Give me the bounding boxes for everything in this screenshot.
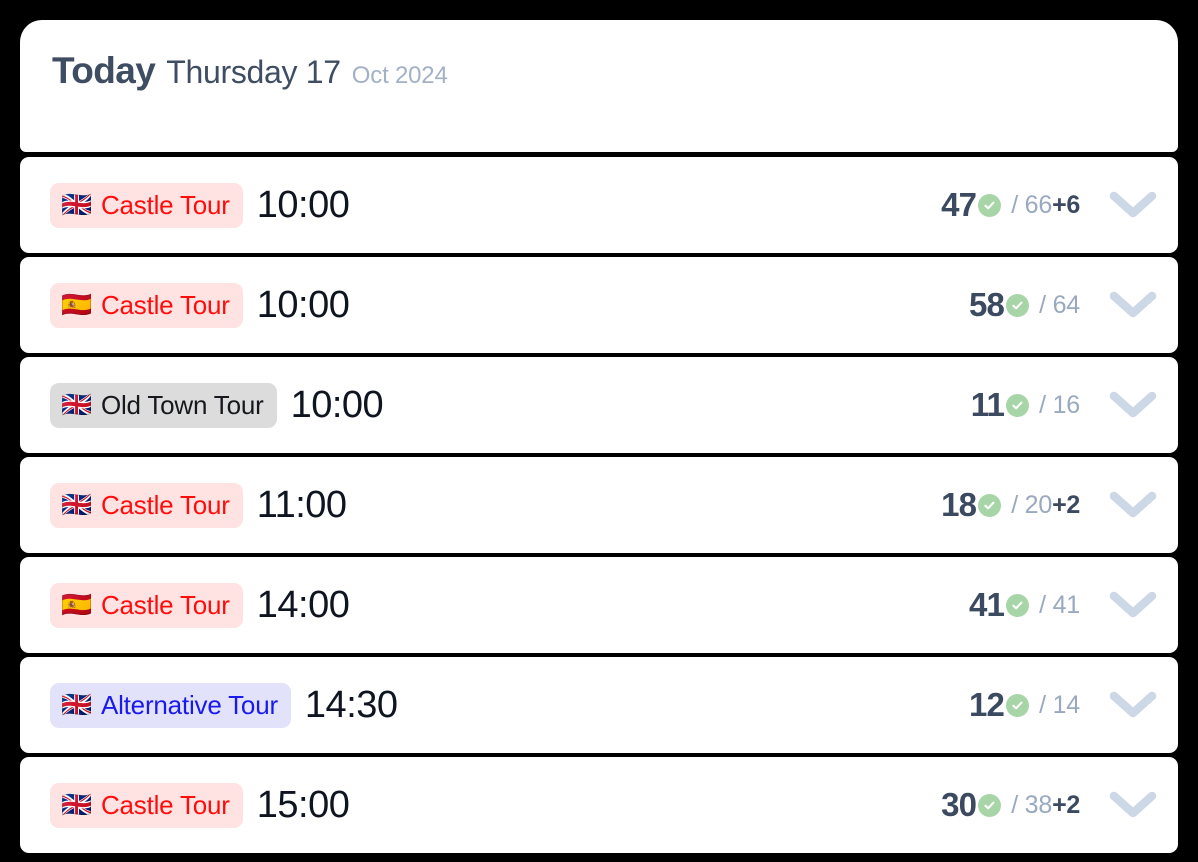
extra-count: +2 (1052, 490, 1080, 519)
tour-time-label: 10:00 (256, 183, 350, 226)
flag-united-kingdom-icon: 🇬🇧 (61, 190, 92, 219)
check-circle-icon (1006, 293, 1030, 317)
tour-row-right: 47 / 66 +6 (941, 185, 1160, 225)
capacity-count: / 64 (1039, 290, 1080, 319)
tour-row-right: 58 / 64 (969, 285, 1160, 325)
tour-badge[interactable]: 🇬🇧 Castle Tour (50, 782, 243, 828)
tour-row-right: 18 / 20 +2 (941, 485, 1160, 525)
month-year-label: Oct 2024 (351, 62, 448, 89)
booking-counts: 41 / 41 (969, 586, 1080, 624)
chevron-down-icon[interactable] (1106, 185, 1160, 225)
tour-time-label: 14:00 (256, 583, 350, 626)
chevron-down-icon[interactable] (1106, 585, 1160, 625)
date-header-card: Today Thursday 17 Oct 2024 (20, 20, 1178, 152)
extra-count: +2 (1052, 790, 1080, 819)
tour-time-label: 14:30 (304, 683, 398, 726)
today-label: Today (52, 50, 156, 91)
tour-row-left: 🇪🇸 Castle Tour 10:00 (50, 282, 969, 328)
booked-count: 41 (968, 586, 1005, 623)
booking-counts: 30 / 38 +2 (941, 786, 1080, 824)
tour-name-label: Alternative Tour (100, 689, 278, 720)
check-circle-icon (978, 193, 1002, 217)
booked-count: 12 (968, 686, 1005, 723)
tour-name-label: Old Town Tour (100, 389, 264, 420)
tour-badge[interactable]: 🇪🇸 Castle Tour (50, 582, 243, 628)
tour-list: 🇬🇧 Castle Tour 10:00 47 / 66 +6 🇪🇸 Castl… (20, 157, 1178, 853)
tour-badge[interactable]: 🇪🇸 Castle Tour (50, 282, 243, 328)
tour-row-right: 30 / 38 +2 (941, 785, 1160, 825)
capacity-count: / 66 (1011, 190, 1053, 219)
tour-badge[interactable]: 🇬🇧 Alternative Tour (50, 682, 291, 728)
booking-counts: 58 / 64 (969, 286, 1080, 324)
tour-time-label: 10:00 (290, 383, 384, 426)
weekday-day-label: Thursday 17 (166, 54, 341, 90)
booking-counts: 18 / 20 +2 (941, 486, 1080, 524)
tour-row-left: 🇬🇧 Old Town Tour 10:00 (50, 382, 971, 428)
tour-time-label: 10:00 (256, 283, 350, 326)
tour-schedule-app: Today Thursday 17 Oct 2024 🇬🇧 Castle Tou… (0, 0, 1198, 862)
tour-name-label: Castle Tour (100, 489, 230, 520)
tour-row[interactable]: 🇬🇧 Castle Tour 15:00 30 / 38 +2 (20, 757, 1178, 853)
tour-row[interactable]: 🇬🇧 Old Town Tour 10:00 11 / 16 (20, 357, 1178, 453)
tour-row-right: 41 / 41 (969, 585, 1160, 625)
booking-counts: 12 / 14 (969, 686, 1080, 724)
capacity-count: / 16 (1039, 390, 1080, 419)
booked-count: 47 (941, 186, 977, 223)
flag-spain-icon: 🇪🇸 (61, 290, 92, 319)
tour-row-right: 12 / 14 (969, 685, 1160, 725)
booking-counts: 47 / 66 +6 (941, 186, 1080, 224)
check-circle-icon (978, 793, 1002, 817)
tour-name-label: Castle Tour (100, 789, 230, 820)
tour-name-label: Castle Tour (100, 189, 230, 220)
tour-row[interactable]: 🇬🇧 Alternative Tour 14:30 12 / 14 (20, 657, 1178, 753)
booked-count: 18 (941, 486, 977, 523)
chevron-down-icon[interactable] (1106, 685, 1160, 725)
flag-spain-icon: 🇪🇸 (61, 590, 92, 619)
chevron-down-icon[interactable] (1106, 385, 1160, 425)
tour-row[interactable]: 🇪🇸 Castle Tour 14:00 41 / 41 (20, 557, 1178, 653)
tour-row[interactable]: 🇪🇸 Castle Tour 10:00 58 / 64 (20, 257, 1178, 353)
capacity-count: / 14 (1039, 690, 1080, 719)
tour-row-left: 🇬🇧 Alternative Tour 14:30 (50, 682, 969, 728)
tour-row-left: 🇬🇧 Castle Tour 15:00 (50, 782, 941, 828)
tour-time-label: 15:00 (256, 783, 350, 826)
check-circle-icon (1006, 593, 1030, 617)
flag-united-kingdom-icon: 🇬🇧 (61, 490, 92, 519)
tour-row-left: 🇪🇸 Castle Tour 14:00 (50, 582, 969, 628)
flag-united-kingdom-icon: 🇬🇧 (61, 390, 92, 419)
flag-united-kingdom-icon: 🇬🇧 (61, 690, 92, 719)
tour-name-label: Castle Tour (100, 289, 230, 320)
chevron-down-icon[interactable] (1106, 285, 1160, 325)
chevron-down-icon[interactable] (1106, 785, 1160, 825)
check-circle-icon (1006, 693, 1030, 717)
tour-time-label: 11:00 (256, 483, 347, 526)
tour-row[interactable]: 🇬🇧 Castle Tour 10:00 47 / 66 +6 (20, 157, 1178, 253)
tour-name-label: Castle Tour (100, 589, 230, 620)
date-header: Today Thursday 17 Oct 2024 (52, 50, 1146, 92)
booked-count: 58 (968, 286, 1005, 323)
capacity-count: / 41 (1039, 590, 1080, 619)
tour-row-left: 🇬🇧 Castle Tour 11:00 (50, 482, 941, 528)
chevron-down-icon[interactable] (1106, 485, 1160, 525)
check-circle-icon (978, 493, 1002, 517)
booking-counts: 11 / 16 (971, 386, 1080, 424)
extra-count: +6 (1052, 190, 1080, 219)
check-circle-icon (1006, 393, 1030, 417)
tour-badge[interactable]: 🇬🇧 Old Town Tour (50, 382, 277, 428)
flag-united-kingdom-icon: 🇬🇧 (61, 790, 92, 819)
tour-badge[interactable]: 🇬🇧 Castle Tour (50, 182, 243, 228)
booked-count: 30 (941, 786, 977, 823)
tour-row-right: 11 / 16 (971, 385, 1160, 425)
tour-badge[interactable]: 🇬🇧 Castle Tour (50, 482, 243, 528)
tour-row-left: 🇬🇧 Castle Tour 10:00 (50, 182, 941, 228)
capacity-count: / 20 (1011, 490, 1053, 519)
capacity-count: / 38 (1011, 790, 1053, 819)
booked-count: 11 (970, 386, 1005, 423)
tour-row[interactable]: 🇬🇧 Castle Tour 11:00 18 / 20 +2 (20, 457, 1178, 553)
